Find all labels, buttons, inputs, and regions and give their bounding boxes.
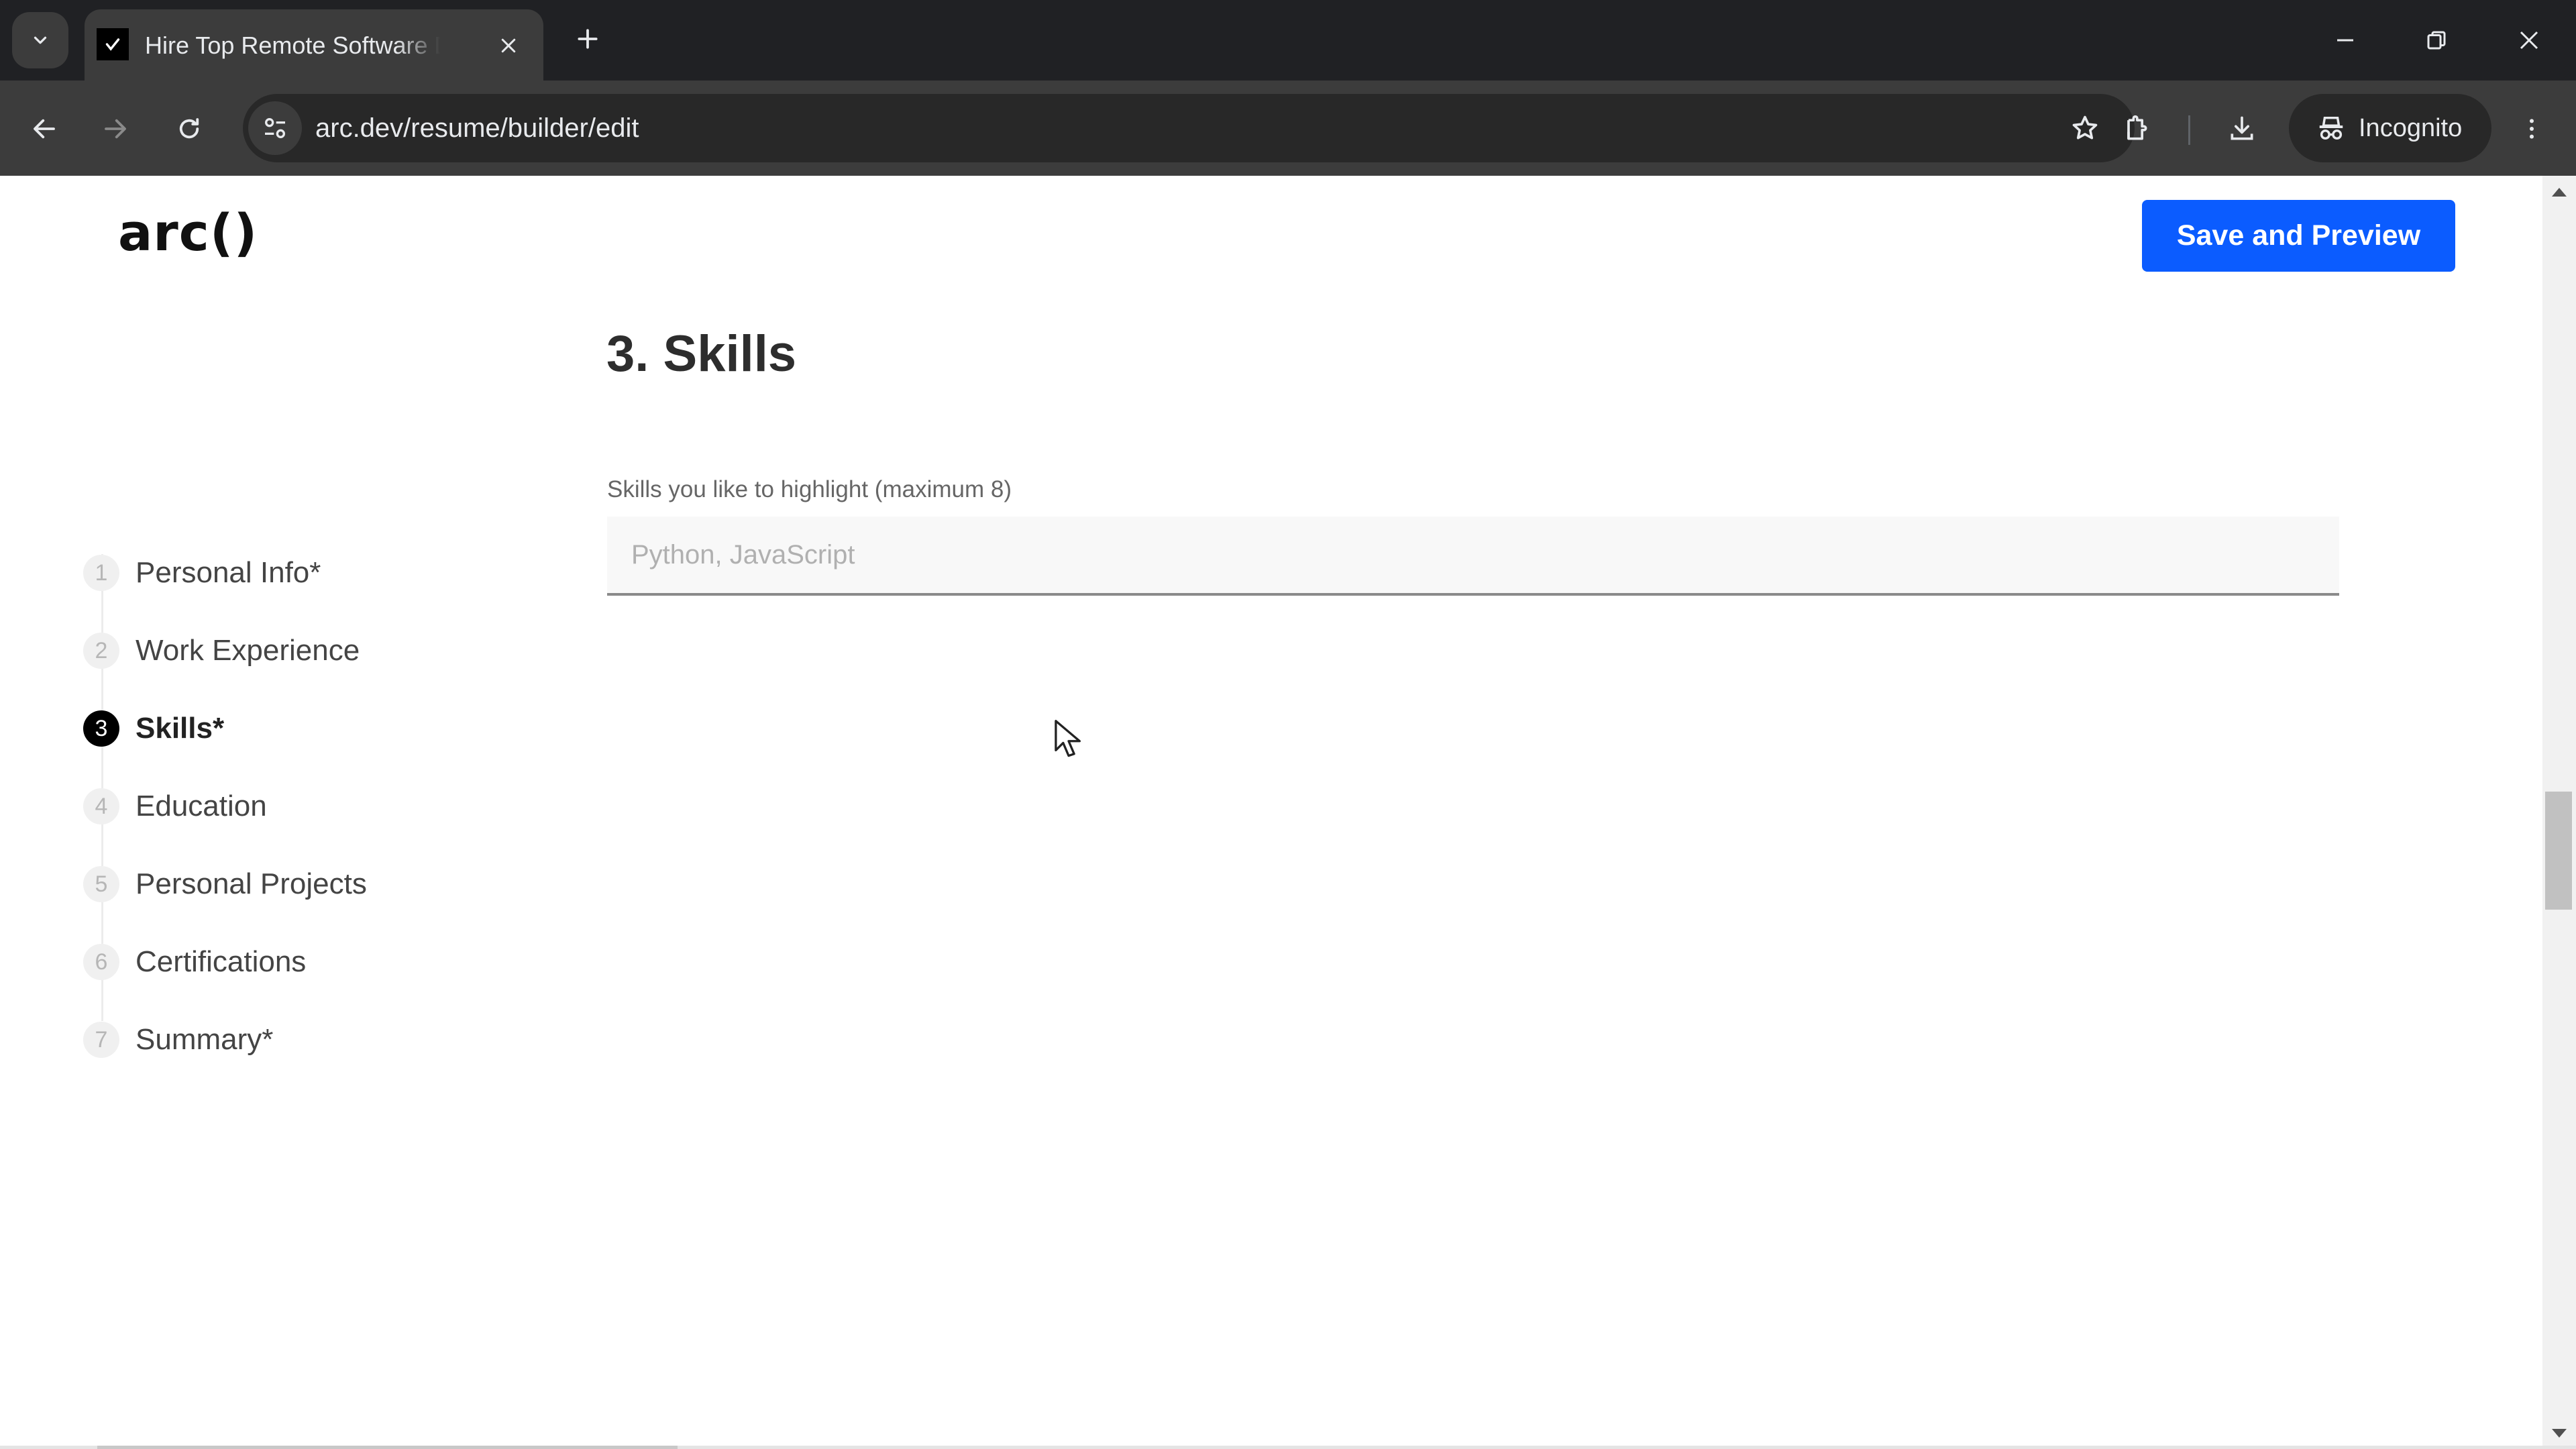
close-window-button[interactable] (2496, 13, 2563, 67)
tab-close-button[interactable] (490, 27, 527, 64)
step-label: Education (136, 790, 267, 822)
close-icon (501, 38, 516, 53)
plus-icon (578, 29, 598, 49)
scrollbar-thumb[interactable] (2545, 792, 2572, 910)
tab-search-button[interactable] (12, 12, 68, 68)
chevron-down-icon (34, 36, 47, 44)
address-bar[interactable]: arc.dev/resume/builder/edit (243, 94, 2135, 162)
restore-icon (2427, 31, 2446, 50)
step-number-badge: 5 (83, 866, 119, 902)
close-icon (2520, 31, 2538, 50)
reload-icon (179, 118, 199, 139)
kebab-menu-icon (2530, 119, 2534, 139)
arrow-left-icon (34, 119, 55, 139)
mouse-cursor-icon (1055, 720, 1081, 757)
step-number-badge: 2 (83, 633, 119, 669)
step-item[interactable]: 6 Certifications (83, 923, 486, 1001)
step-item[interactable]: 4 Education (83, 767, 486, 845)
step-label: Personal Info* (136, 556, 321, 589)
back-button[interactable] (20, 105, 68, 153)
browser-menu-button[interactable] (2508, 105, 2556, 153)
scroll-up-arrow-icon[interactable] (2552, 188, 2567, 197)
step-item[interactable]: 5 Personal Projects (83, 845, 486, 923)
resume-steps-nav: 1 Personal Info* 2 Work Experience 3 Skills* 4… (83, 534, 486, 1079)
incognito-label: Incognito (2359, 113, 2463, 142)
step-label: Certifications (136, 945, 307, 978)
star-icon (2072, 115, 2098, 140)
forward-button[interactable] (91, 105, 140, 153)
minimize-button[interactable] (2312, 13, 2379, 67)
arrow-right-icon (105, 119, 126, 139)
reload-button[interactable] (165, 105, 213, 153)
skills-input[interactable] (607, 517, 2339, 596)
downloads-button[interactable] (2218, 105, 2266, 153)
horizontal-scrollbar-thumb[interactable] (97, 1446, 678, 1449)
browser-tab-strip: Hire Top Remote Software Developers (0, 0, 2576, 80)
restore-button[interactable] (2403, 13, 2470, 67)
step-number-badge: 3 (83, 710, 119, 747)
step-label: Work Experience (136, 634, 360, 667)
extensions-button[interactable] (2112, 105, 2160, 153)
arc-favicon-icon (97, 28, 129, 60)
toolbar-divider (2188, 115, 2190, 145)
tune-icon (265, 118, 285, 138)
step-item[interactable]: 1 Personal Info* (83, 534, 486, 612)
tab-title: Hire Top Remote Software Developers (145, 32, 440, 59)
scroll-down-arrow-icon[interactable] (2552, 1429, 2567, 1438)
download-icon (2231, 116, 2253, 140)
vertical-scrollbar[interactable] (2542, 176, 2576, 1446)
step-label: Personal Projects (136, 867, 367, 900)
save-and-preview-button[interactable]: Save and Preview (2142, 200, 2455, 272)
new-tab-button[interactable] (569, 20, 606, 58)
step-label: Summary* (136, 1023, 274, 1056)
arc-logo[interactable]: arc() (118, 203, 258, 262)
url-text[interactable]: arc.dev/resume/builder/edit (315, 94, 639, 162)
step-item[interactable]: 2 Work Experience (83, 612, 486, 690)
step-number-badge: 7 (83, 1022, 119, 1058)
step-item[interactable]: 3 Skills* (83, 690, 486, 767)
browser-toolbar: arc.dev/resume/builder/edit Incognito (0, 80, 2576, 176)
section-title: 3. Skills (606, 325, 797, 382)
bookmark-button[interactable] (2061, 104, 2109, 152)
step-item[interactable]: 7 Summary* (83, 1001, 486, 1079)
site-info-button[interactable] (248, 101, 302, 155)
step-number-badge: 4 (83, 788, 119, 824)
step-label: Skills* (136, 712, 225, 745)
incognito-indicator[interactable]: Incognito (2289, 94, 2491, 162)
skills-field-label: Skills you like to highlight (maximum 8) (607, 476, 1012, 502)
step-number-badge: 6 (83, 944, 119, 980)
puzzle-icon (2127, 115, 2147, 140)
incognito-icon (2319, 116, 2343, 140)
page-content: arc() Save and Preview 1 Personal Info* 2 W… (0, 176, 2542, 1446)
minimize-icon (2337, 39, 2353, 42)
browser-tab-active[interactable]: Hire Top Remote Software Developers (85, 9, 543, 80)
step-number-badge: 1 (83, 555, 119, 591)
horizontal-scrollbar[interactable] (0, 1446, 2576, 1449)
